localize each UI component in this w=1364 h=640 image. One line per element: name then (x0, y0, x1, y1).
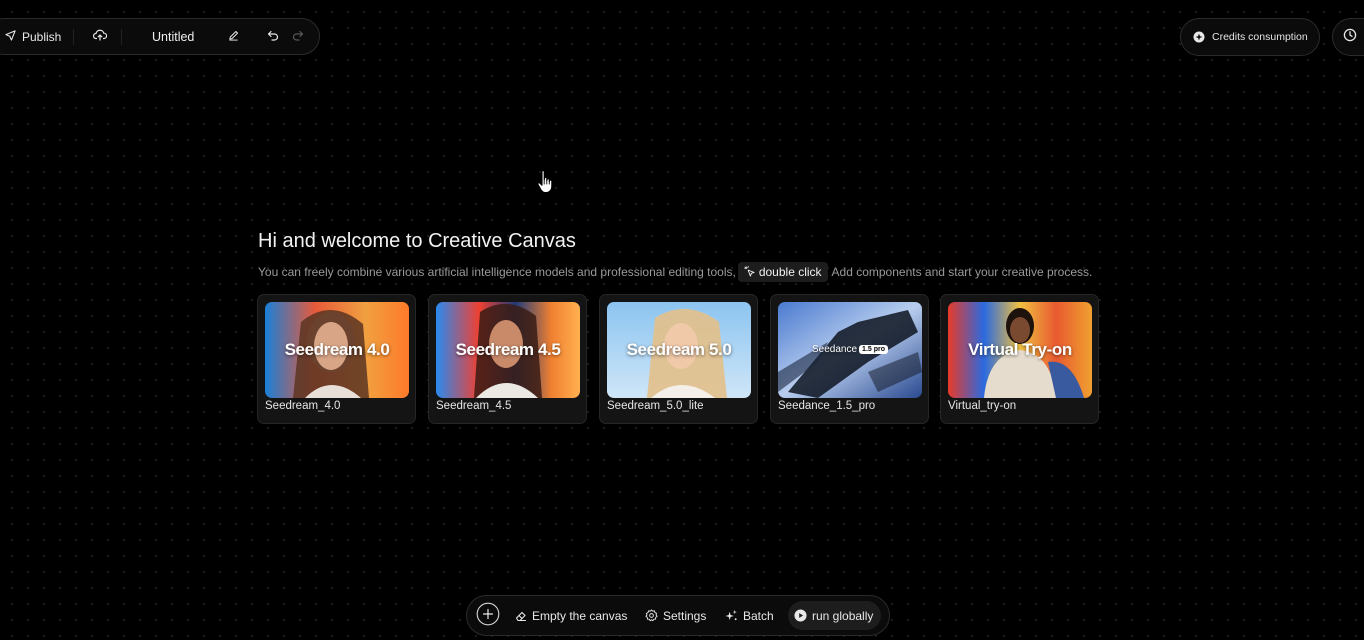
add-component-button[interactable] (476, 596, 500, 635)
settings-button[interactable]: Settings (645, 596, 706, 635)
hand-cursor-icon (536, 169, 556, 200)
toolbar-divider (73, 29, 74, 45)
double-click-chip: double click (737, 261, 828, 282)
run-globally-label: run globally (812, 608, 874, 623)
settings-label: Settings (663, 608, 707, 623)
batch-button[interactable]: Batch (725, 596, 774, 635)
sparkles-icon (725, 609, 738, 622)
thumbnail-title-text: Seedance (812, 344, 858, 355)
clock-icon (1343, 28, 1357, 47)
card-thumbnail-title: Seedream 4.0 (284, 340, 390, 359)
upload-button[interactable] (92, 19, 108, 54)
subtitle-text-after: Add components and start your creative p… (831, 264, 1093, 279)
card-thumbnail: Virtual Try-on (948, 302, 1092, 398)
welcome-subtitle: You can freely combine various artificia… (258, 261, 1092, 282)
top-toolbar: Publish Untitled (0, 18, 320, 55)
double-click-label: double click (758, 264, 822, 279)
subtitle-text-before: You can freely combine various artificia… (258, 264, 736, 279)
card-thumbnail-title: Seedream 4.5 (455, 340, 561, 359)
card-label: Seedream_4.5 (436, 400, 512, 412)
eraser-icon (515, 610, 527, 622)
credits-consumption-button[interactable]: Credits consumption (1180, 18, 1320, 56)
empty-canvas-button[interactable]: Empty the canvas (515, 596, 627, 635)
cloud-upload-icon (92, 29, 108, 44)
template-card-seedream-4-0[interactable]: Seedream 4.0 Seedream_4.0 (257, 294, 416, 424)
toolbar-divider (121, 29, 122, 45)
redo-icon (292, 30, 304, 44)
sparkle-cursor-icon (744, 266, 755, 277)
send-icon (5, 29, 16, 44)
pencil-icon (228, 30, 239, 44)
plus-circle-icon (476, 602, 500, 629)
card-label: Seedream_4.0 (265, 400, 341, 412)
welcome-title: Hi and welcome to Creative Canvas (258, 230, 576, 252)
card-thumbnail-title: Virtual Try-on (968, 340, 1072, 359)
redo-button[interactable] (292, 19, 304, 54)
empty-canvas-label: Empty the canvas (532, 608, 628, 623)
version-badge: 1.5 pro (859, 345, 888, 354)
card-label: Seedance_1.5_pro (778, 400, 876, 412)
history-button[interactable] (1332, 18, 1364, 56)
publish-button[interactable]: Publish (5, 19, 61, 54)
card-thumbnail: Seedream 5.0 (607, 302, 751, 398)
bottom-toolbar: Empty the canvas Settings Batch run glob… (466, 595, 890, 636)
card-label: Virtual_try-on (948, 400, 1017, 412)
template-card-seedance-1-5-pro[interactable]: Seedance 1.5 pro Seedance_1.5_pro (770, 294, 929, 424)
card-label: Seedream_5.0_lite (607, 400, 704, 412)
undo-button[interactable] (267, 19, 279, 54)
publish-label: Publish (22, 29, 62, 44)
card-thumbnail: Seedream 4.5 (436, 302, 580, 398)
document-title: Untitled (152, 29, 195, 44)
batch-label: Batch (743, 608, 774, 623)
template-card-virtual-try-on[interactable]: Virtual Try-on Virtual_try-on (940, 294, 1099, 424)
template-card-seedream-5-0-lite[interactable]: Seedream 5.0 Seedream_5.0_lite (599, 294, 758, 424)
gear-icon (645, 609, 658, 622)
card-thumbnail: Seedream 4.0 (265, 302, 409, 398)
run-globally-button[interactable]: run globally (788, 601, 882, 630)
rename-button[interactable] (228, 19, 239, 54)
card-thumbnail-title: Seedream 5.0 (626, 340, 732, 359)
template-card-seedream-4-5[interactable]: Seedream 4.5 Seedream_4.5 (428, 294, 587, 424)
card-thumbnail: Seedance 1.5 pro (778, 302, 922, 398)
coin-icon (1193, 31, 1205, 43)
play-circle-icon (794, 609, 807, 622)
undo-icon (267, 30, 279, 44)
credits-label: Credits consumption (1212, 31, 1308, 43)
card-thumbnail-title: Seedance 1.5 pro (778, 344, 922, 355)
